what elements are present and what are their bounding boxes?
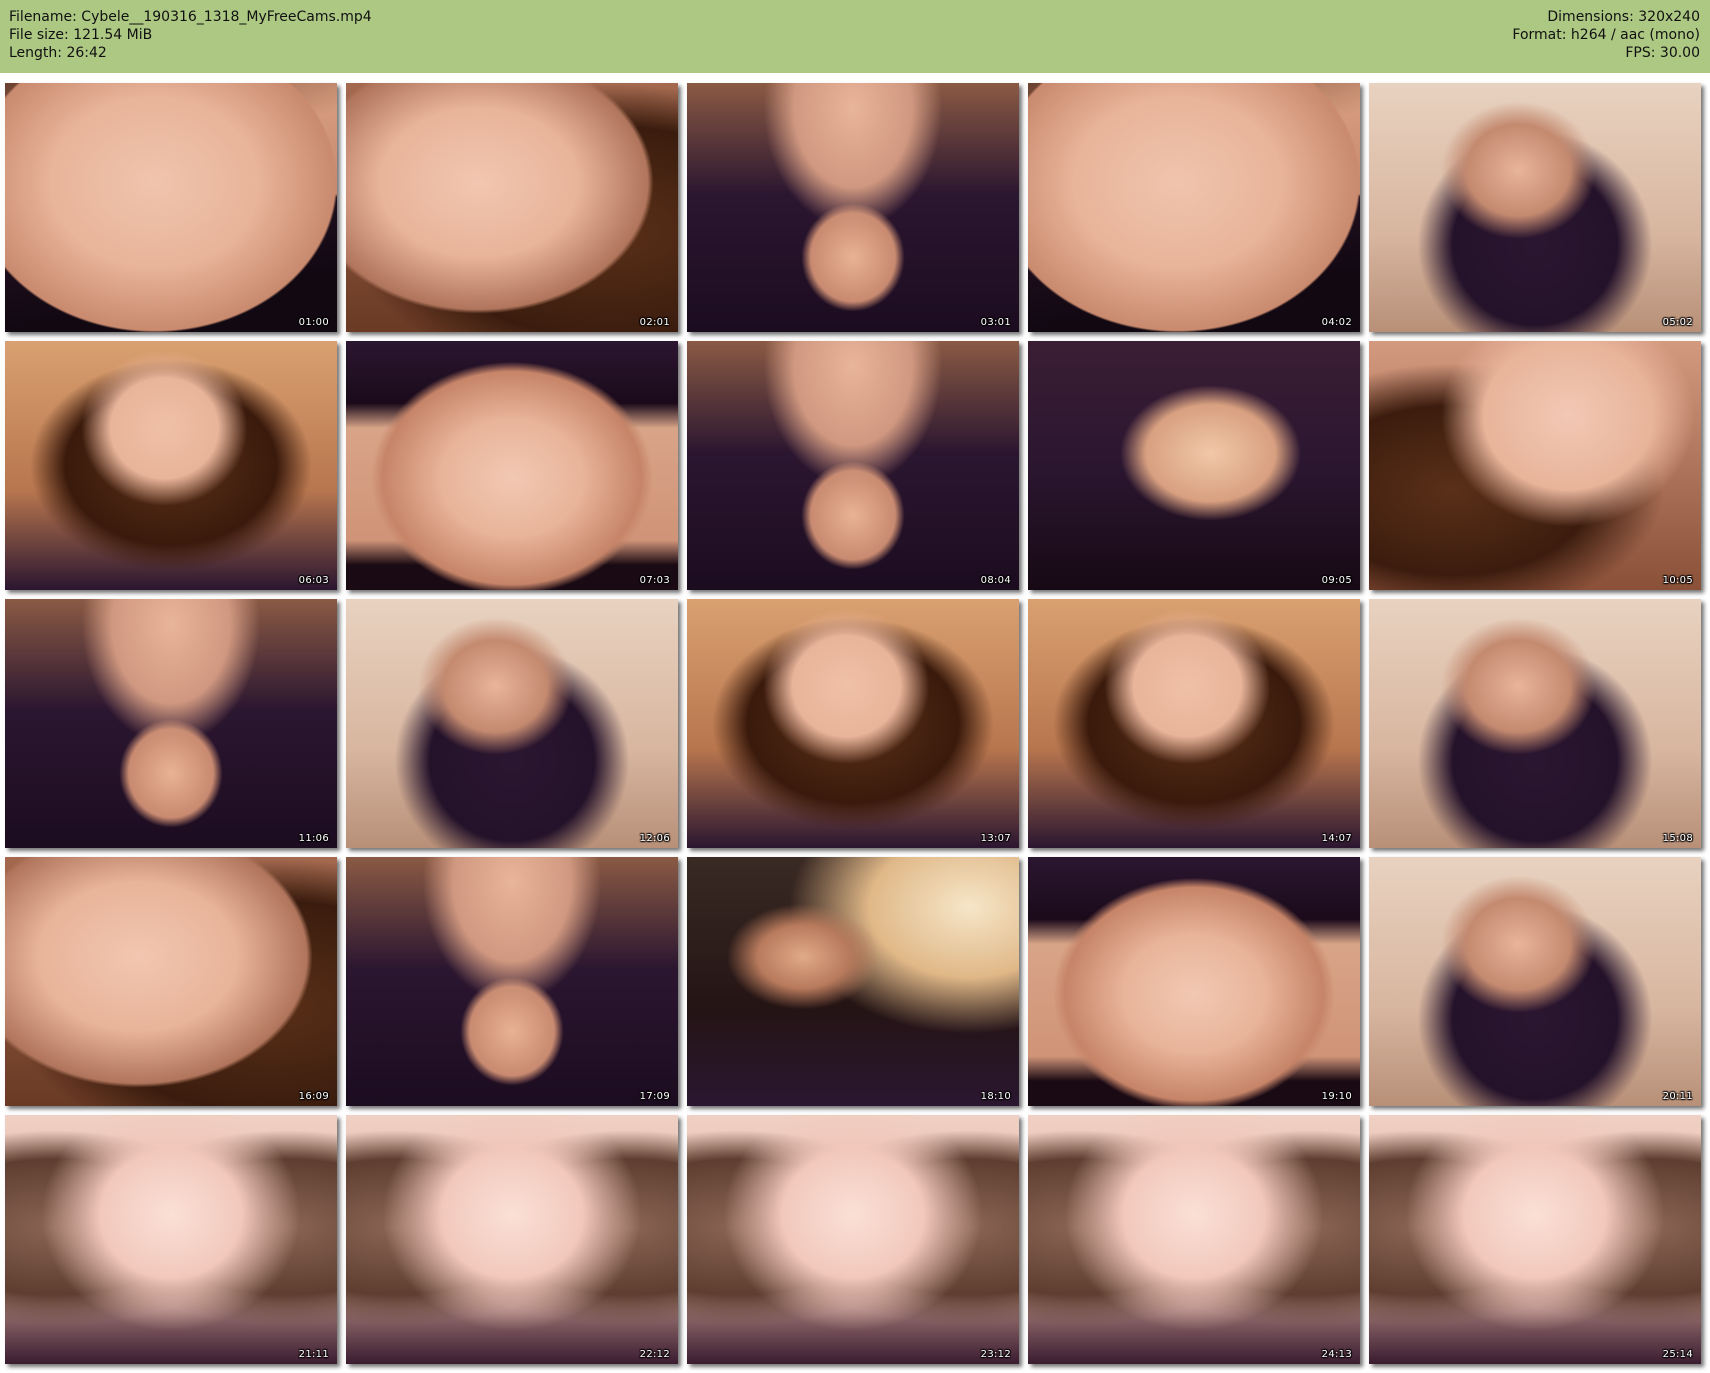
thumbnail[interactable]: 14:07 <box>1028 599 1360 848</box>
thumbnail[interactable]: 07:03 <box>346 341 678 590</box>
thumbnail[interactable]: 23:12 <box>687 1115 1019 1364</box>
thumbnail[interactable]: 21:11 <box>5 1115 337 1364</box>
thumbnail-image <box>346 857 678 1106</box>
info-header: Filename: Cybele__190316_1318_MyFreeCams… <box>0 0 1710 73</box>
timestamp-label: 22:12 <box>639 1349 670 1360</box>
filesize-label: File size: 121.54 MiB <box>9 27 153 43</box>
thumbnail[interactable]: 02:01 <box>346 83 678 332</box>
fps-label: FPS: 30.00 <box>1625 45 1700 61</box>
thumbnail-image <box>1028 857 1360 1106</box>
thumbnail[interactable]: 11:06 <box>5 599 337 848</box>
thumbnail-image <box>1369 1115 1701 1364</box>
length-label: Length: 26:42 <box>9 45 107 61</box>
thumbnail-image <box>1028 341 1360 590</box>
thumbnail[interactable]: 12:06 <box>346 599 678 848</box>
timestamp-label: 17:09 <box>639 1091 670 1102</box>
timestamp-label: 16:09 <box>298 1091 329 1102</box>
thumbnail-image <box>5 857 337 1106</box>
thumbnail-image <box>346 83 678 332</box>
thumbnail-image <box>1028 1115 1360 1364</box>
format-label: Format: h264 / aac (mono) <box>1512 27 1700 43</box>
timestamp-label: 07:03 <box>639 575 670 586</box>
thumbnail[interactable]: 16:09 <box>5 857 337 1106</box>
file-info-right: Dimensions: 320x240 Format: h264 / aac (… <box>1512 8 1700 62</box>
filename-label: Filename: Cybele__190316_1318_MyFreeCams… <box>9 9 372 25</box>
thumbnail[interactable]: 15:08 <box>1369 599 1701 848</box>
thumbnail-image <box>346 599 678 848</box>
timestamp-label: 12:06 <box>639 833 670 844</box>
thumbnail-image <box>1028 599 1360 848</box>
thumbnail[interactable]: 05:02 <box>1369 83 1701 332</box>
timestamp-label: 24:13 <box>1321 1349 1352 1360</box>
timestamp-label: 20:11 <box>1662 1091 1693 1102</box>
timestamp-label: 21:11 <box>298 1349 329 1360</box>
thumbnail-image <box>687 599 1019 848</box>
timestamp-label: 01:00 <box>298 317 329 328</box>
thumbnail-image <box>687 83 1019 332</box>
thumbnail-image <box>5 341 337 590</box>
thumbnail[interactable]: 22:12 <box>346 1115 678 1364</box>
thumbnail-image <box>687 857 1019 1106</box>
thumbnail-image <box>346 341 678 590</box>
file-info-left: Filename: Cybele__190316_1318_MyFreeCams… <box>9 8 372 62</box>
thumbnail-image <box>346 1115 678 1364</box>
thumbnail-image <box>5 83 337 332</box>
timestamp-label: 14:07 <box>1321 833 1352 844</box>
thumbnail[interactable]: 06:03 <box>5 341 337 590</box>
thumbnail[interactable]: 18:10 <box>687 857 1019 1106</box>
thumbnail[interactable]: 01:00 <box>5 83 337 332</box>
timestamp-label: 05:02 <box>1662 317 1693 328</box>
timestamp-label: 19:10 <box>1321 1091 1352 1102</box>
timestamp-label: 15:08 <box>1662 833 1693 844</box>
timestamp-label: 09:05 <box>1321 575 1352 586</box>
timestamp-label: 10:05 <box>1662 575 1693 586</box>
timestamp-label: 23:12 <box>980 1349 1011 1360</box>
thumbnail-image <box>687 341 1019 590</box>
timestamp-label: 25:14 <box>1662 1349 1693 1360</box>
timestamp-label: 08:04 <box>980 575 1011 586</box>
thumbnail[interactable]: 25:14 <box>1369 1115 1701 1364</box>
dimensions-label: Dimensions: 320x240 <box>1547 9 1700 25</box>
thumbnail[interactable]: 04:02 <box>1028 83 1360 332</box>
thumbnail[interactable]: 20:11 <box>1369 857 1701 1106</box>
thumbnail-image <box>1028 83 1360 332</box>
timestamp-label: 18:10 <box>980 1091 1011 1102</box>
thumbnail[interactable]: 19:10 <box>1028 857 1360 1106</box>
thumbnail-image <box>5 599 337 848</box>
thumbnail-image <box>1369 83 1701 332</box>
thumbnail[interactable]: 10:05 <box>1369 341 1701 590</box>
timestamp-label: 11:06 <box>298 833 329 844</box>
thumbnail[interactable]: 08:04 <box>687 341 1019 590</box>
timestamp-label: 04:02 <box>1321 317 1352 328</box>
thumbnail-image <box>1369 599 1701 848</box>
thumbnail[interactable]: 03:01 <box>687 83 1019 332</box>
thumbnail-image <box>1369 857 1701 1106</box>
thumbnail-image <box>5 1115 337 1364</box>
thumbnail[interactable]: 17:09 <box>346 857 678 1106</box>
timestamp-label: 03:01 <box>980 317 1011 328</box>
thumbnail[interactable]: 13:07 <box>687 599 1019 848</box>
timestamp-label: 06:03 <box>298 575 329 586</box>
thumbnail-image <box>1369 341 1701 590</box>
timestamp-label: 13:07 <box>980 833 1011 844</box>
thumbnail[interactable]: 09:05 <box>1028 341 1360 590</box>
thumbnail[interactable]: 24:13 <box>1028 1115 1360 1364</box>
timestamp-label: 02:01 <box>639 317 670 328</box>
thumbnail-image <box>687 1115 1019 1364</box>
